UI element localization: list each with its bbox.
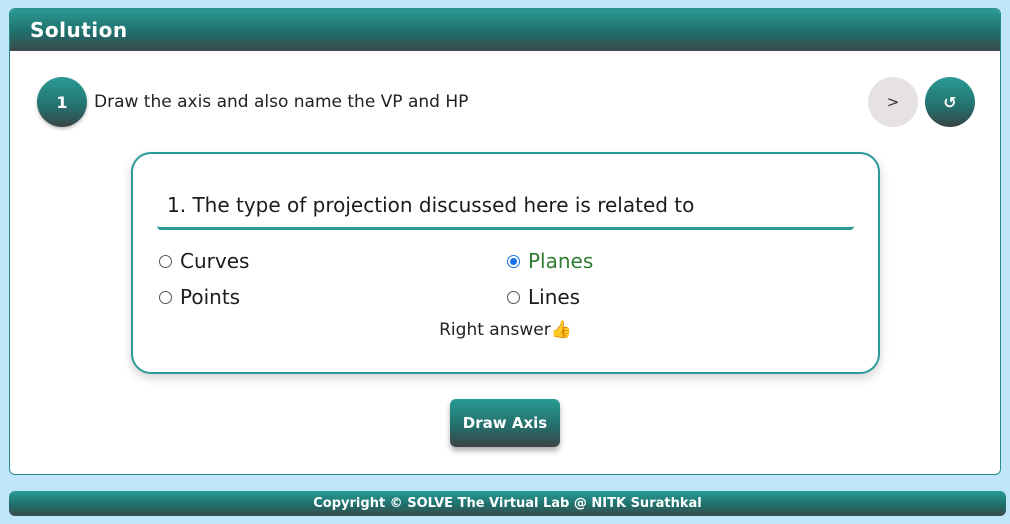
step-number-badge: 1 [37, 77, 87, 127]
option-curves[interactable]: Curves [159, 249, 249, 273]
option-points[interactable]: Points [159, 285, 240, 309]
quiz-card: 1. The type of projection discussed here… [131, 152, 880, 374]
radio-curves[interactable] [159, 254, 172, 268]
draw-axis-button[interactable]: Draw Axis [450, 399, 560, 447]
option-planes[interactable]: Planes [507, 249, 593, 273]
reset-icon[interactable]: ↺ [925, 77, 975, 127]
option-lines[interactable]: Lines [507, 285, 580, 309]
step-instruction: Draw the axis and also name the VP and H… [94, 92, 469, 112]
answer-feedback: Right answer👍 [439, 320, 572, 340]
radio-lines[interactable] [507, 290, 520, 304]
radio-points[interactable] [159, 290, 172, 304]
option-label: Curves [180, 249, 250, 273]
footer-copyright: Copyright © SOLVE The Virtual Lab @ NITK… [9, 491, 1006, 516]
quiz-question: 1. The type of projection discussed here… [157, 182, 854, 230]
option-label: Planes [528, 249, 594, 273]
solution-panel: Solution 1 Draw the axis and also name t… [9, 8, 1001, 475]
step-row: 1 Draw the axis and also name the VP and… [37, 77, 468, 127]
panel-header: Solution [10, 9, 1000, 51]
panel-title: Solution [30, 18, 128, 42]
option-label: Lines [528, 285, 581, 309]
option-label: Points [180, 285, 241, 309]
radio-planes[interactable] [507, 254, 520, 268]
next-step-button[interactable]: > [868, 77, 918, 127]
